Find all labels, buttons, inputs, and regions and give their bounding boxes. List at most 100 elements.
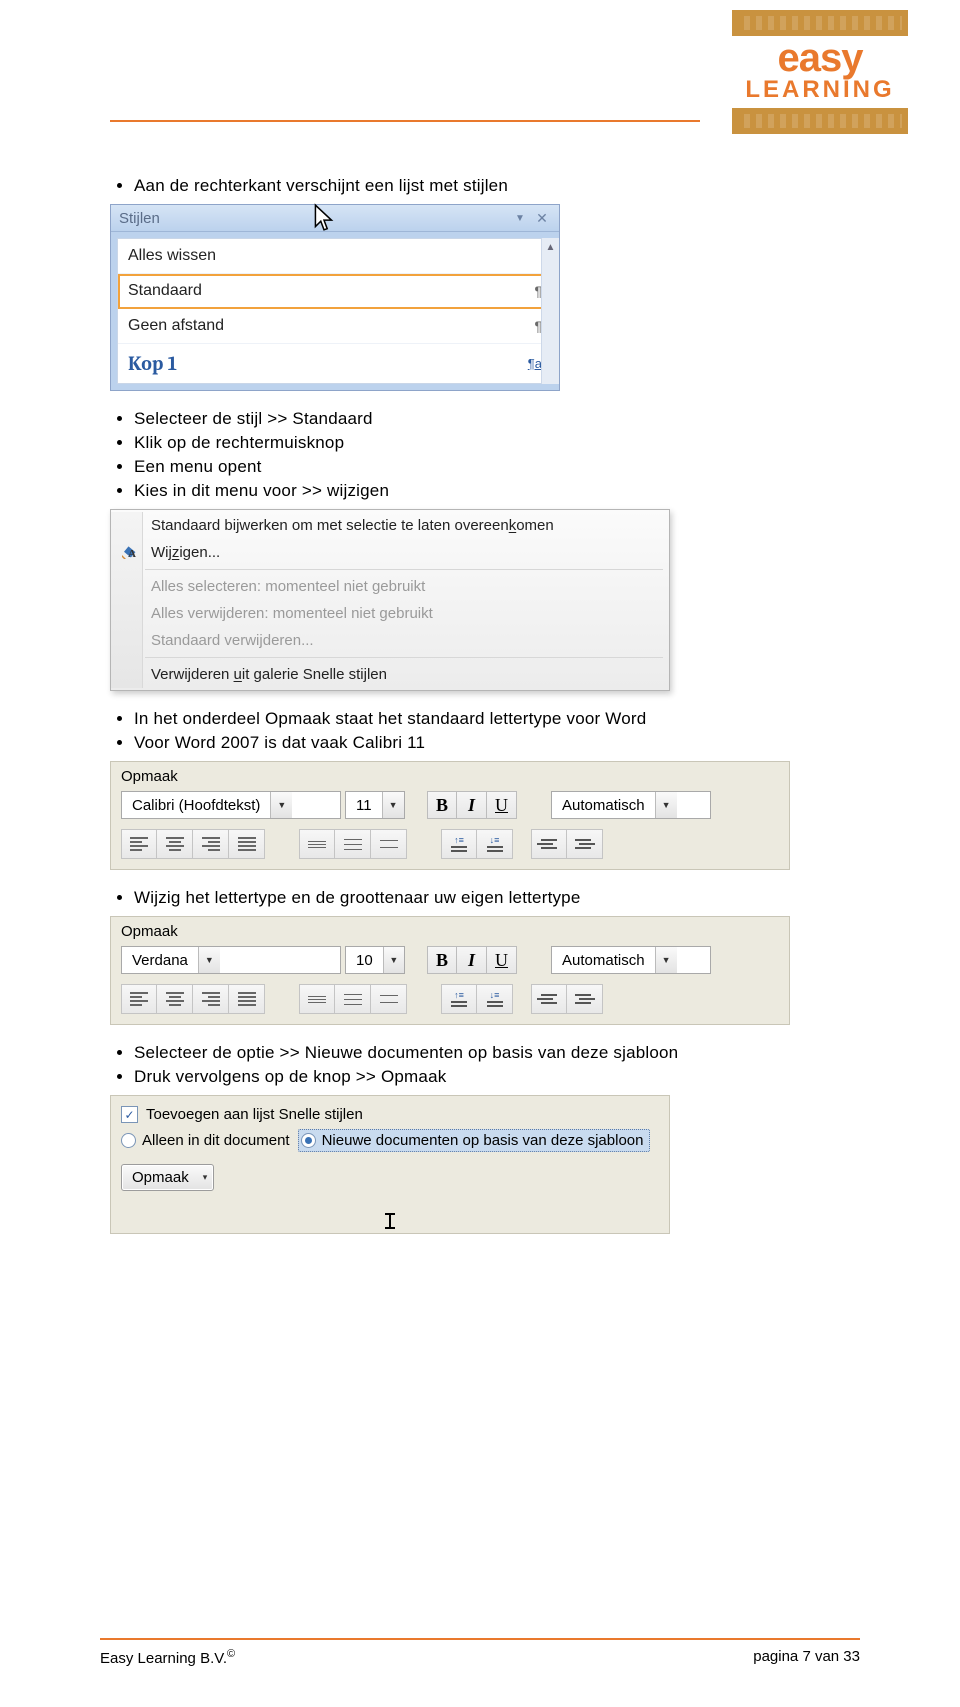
font-color-combo[interactable]: Automatisch ▼ — [551, 791, 711, 819]
style-row-standaard[interactable]: Standaard ¶ — [118, 274, 552, 309]
spacing-2-button[interactable] — [371, 829, 407, 859]
scroll-up-icon[interactable]: ▲ — [542, 238, 559, 256]
intro-list: Aan de rechterkant verschijnt een lijst … — [110, 176, 850, 196]
linespacing-group — [299, 984, 407, 1014]
indent-group — [531, 984, 603, 1014]
align-right-button[interactable] — [193, 984, 229, 1014]
pane-close-icon[interactable]: ✕ — [533, 209, 551, 227]
style-row-kop1[interactable]: Kop 1 ¶a — [118, 344, 552, 383]
style-label: Standaard — [128, 282, 520, 300]
underline-button[interactable]: U — [487, 946, 517, 974]
style-label: Kop 1 — [128, 352, 520, 375]
dropdown-icon[interactable]: ▼ — [270, 792, 292, 818]
radio-this-document[interactable] — [121, 1133, 136, 1148]
font-color-value: Automatisch — [552, 797, 655, 814]
align-justify-button[interactable] — [229, 984, 265, 1014]
dropdown-icon[interactable]: ▼ — [655, 792, 677, 818]
underline-button[interactable]: U — [487, 791, 517, 819]
font-family-value: Verdana — [122, 952, 198, 969]
pane-title: Stijlen — [119, 210, 513, 227]
spacing-1-button[interactable] — [299, 984, 335, 1014]
menu-separator — [145, 569, 663, 570]
font-size-value: 10 — [346, 952, 383, 969]
font-family-value: Calibri (Hoofdtekst) — [122, 797, 270, 814]
style-row-geenafstand[interactable]: Geen afstand ¶ — [118, 309, 552, 344]
menu-item-label: Verwijderen uit galerie Snelle stijlen — [151, 666, 387, 683]
dropdown-icon: ▾ — [203, 1172, 208, 1183]
svg-text:A: A — [128, 548, 136, 560]
menu-item-label: Standaard bijwerken om met selectie te l… — [151, 517, 554, 534]
radio-new-documents[interactable] — [301, 1133, 316, 1148]
style-row-clearall[interactable]: Alles wissen — [118, 239, 552, 274]
font-size-combo[interactable]: 10 ▼ — [345, 946, 405, 974]
spacing-1p5-button[interactable] — [335, 829, 371, 859]
para-spacing-group: ↑≡ ↓≡ — [441, 829, 513, 859]
font-size-combo[interactable]: 11 ▼ — [345, 791, 405, 819]
section-label: Opmaak — [121, 923, 779, 940]
pane-titlebar[interactable]: Stijlen ▼ ✕ — [111, 205, 559, 232]
dropdown-icon[interactable]: ▼ — [198, 947, 220, 973]
page-footer: Easy Learning B.V.© pagina 7 van 33 — [100, 1638, 860, 1667]
add-quickstyles-checkbox[interactable]: ✓ — [121, 1106, 138, 1123]
pane-options-caret-icon[interactable]: ▼ — [513, 211, 527, 225]
bold-button[interactable]: B — [427, 791, 457, 819]
space-before-inc-button[interactable]: ↑≡ — [441, 829, 477, 859]
brand-logo: easy LEARNING — [720, 10, 920, 134]
align-justify-button[interactable] — [229, 829, 265, 859]
style-mark: ¶a — [520, 356, 542, 371]
logo-ornament-bottom — [732, 108, 908, 134]
logo-ornament-top — [732, 10, 908, 36]
pane-scrollbar[interactable]: ▲ — [541, 238, 559, 384]
spacing-1p5-button[interactable] — [335, 984, 371, 1014]
style-mark: ¶ — [520, 318, 542, 334]
align-group — [121, 829, 265, 859]
list-item: Voor Word 2007 is dat vaak Calibri 11 — [134, 733, 850, 753]
align-center-button[interactable] — [157, 984, 193, 1014]
style-mark: ¶ — [520, 283, 542, 299]
indent-decrease-button[interactable] — [531, 829, 567, 859]
list-item: Kies in dit menu voor >> wijzigen — [134, 481, 850, 501]
dropdown-icon[interactable]: ▼ — [383, 947, 404, 973]
after-menu-bullets: In het onderdeel Opmaak staat het standa… — [110, 709, 850, 753]
ctx-update-to-match[interactable]: Standaard bijwerken om met selectie te l… — [111, 512, 669, 539]
font-family-combo[interactable]: Verdana ▼ — [121, 946, 341, 974]
align-left-button[interactable] — [121, 984, 157, 1014]
indent-decrease-button[interactable] — [531, 984, 567, 1014]
dropdown-icon[interactable]: ▼ — [655, 947, 677, 973]
list-item: Selecteer de optie >> Nieuwe documenten … — [134, 1043, 850, 1063]
spacing-2-button[interactable] — [371, 984, 407, 1014]
italic-button[interactable]: I — [457, 946, 487, 974]
style-label: Geen afstand — [128, 317, 520, 335]
format-dropdown-button[interactable]: Opmaak ▾ — [121, 1164, 214, 1191]
menu-separator — [145, 657, 663, 658]
italic-button[interactable]: I — [457, 791, 487, 819]
ctx-modify[interactable]: A Wijzigen... — [111, 539, 669, 566]
align-center-button[interactable] — [157, 829, 193, 859]
indent-group — [531, 829, 603, 859]
format-section-a: Opmaak Calibri (Hoofdtekst) ▼ 11 ▼ B I U… — [110, 761, 790, 870]
ctx-remove-all: Alles verwijderen: momenteel niet gebrui… — [111, 600, 669, 627]
modify-icon: A — [119, 544, 141, 562]
ctx-delete-style: Standaard verwijderen... — [111, 627, 669, 654]
align-left-button[interactable] — [121, 829, 157, 859]
list-item: Selecteer de stijl >> Standaard — [134, 409, 850, 429]
space-before-dec-button[interactable]: ↓≡ — [477, 829, 513, 859]
dropdown-icon[interactable]: ▼ — [382, 792, 404, 818]
indent-increase-button[interactable] — [567, 984, 603, 1014]
font-color-combo[interactable]: Automatisch ▼ — [551, 946, 711, 974]
indent-increase-button[interactable] — [567, 829, 603, 859]
header-rule — [110, 120, 700, 122]
footer-right: pagina 7 van 33 — [753, 1648, 860, 1667]
space-before-inc-button[interactable]: ↑≡ — [441, 984, 477, 1014]
font-family-combo[interactable]: Calibri (Hoofdtekst) ▼ — [121, 791, 341, 819]
bold-button[interactable]: B — [427, 946, 457, 974]
align-right-button[interactable] — [193, 829, 229, 859]
space-before-dec-button[interactable]: ↓≡ — [477, 984, 513, 1014]
ctx-select-all: Alles selecteren: momenteel niet gebruik… — [111, 573, 669, 600]
linespacing-group — [299, 829, 407, 859]
spacing-1-button[interactable] — [299, 829, 335, 859]
radio-label: Nieuwe documenten op basis van deze sjab… — [322, 1132, 644, 1149]
menu-item-label: Alles verwijderen: momenteel niet gebrui… — [151, 605, 433, 622]
ctx-remove-from-gallery[interactable]: Verwijderen uit galerie Snelle stijlen — [111, 661, 669, 688]
list-item: Klik op de rechtermuisknop — [134, 433, 850, 453]
